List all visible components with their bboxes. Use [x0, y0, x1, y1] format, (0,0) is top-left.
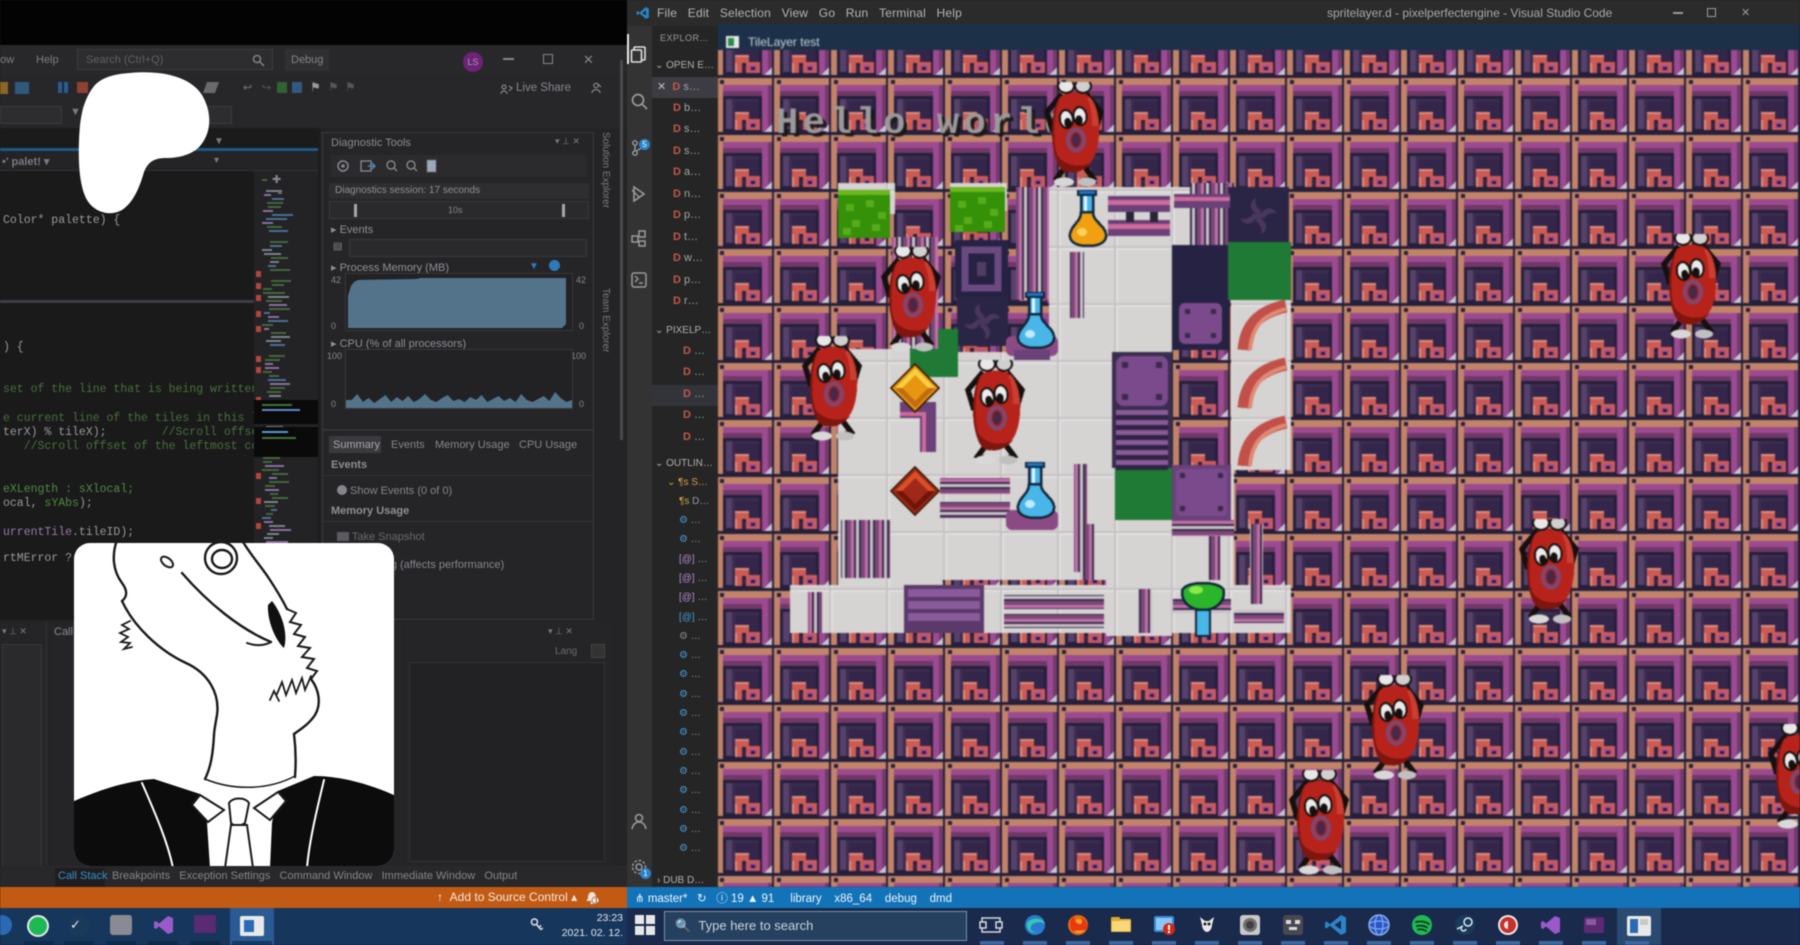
svg-text:1: 1: [594, 898, 598, 905]
svg-text:TileLayer test: TileLayer test: [748, 35, 820, 49]
